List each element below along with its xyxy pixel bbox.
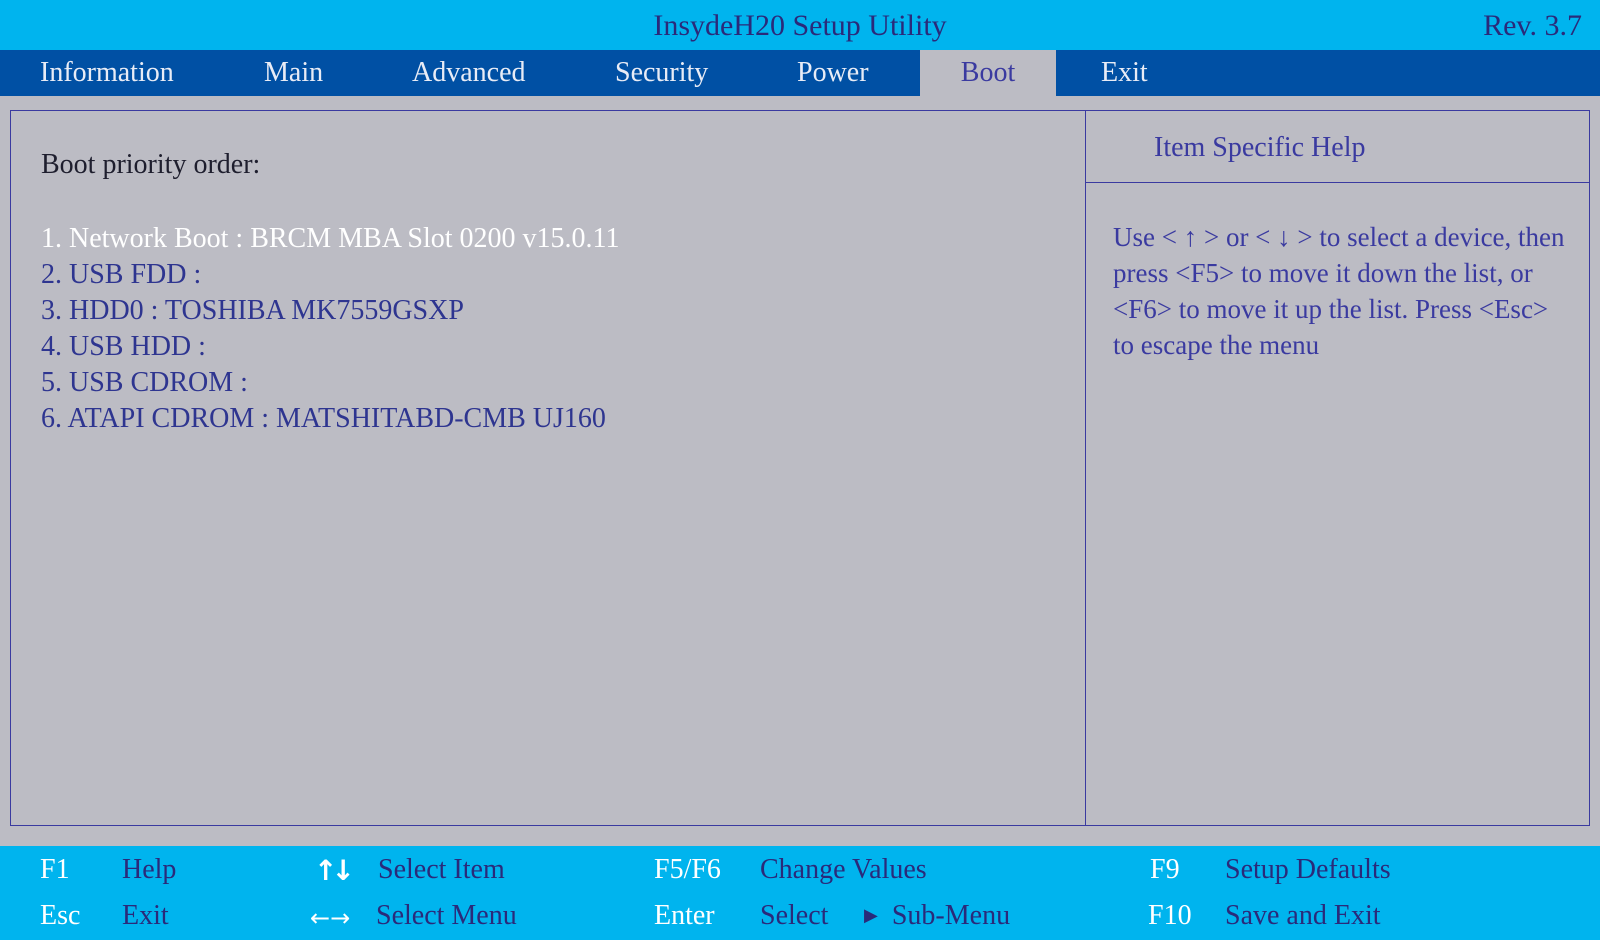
key-f1-label: Help [122,854,177,885]
setup-defaults-label: Setup Defaults [1225,854,1391,885]
up-down-arrows-icon: ↑↓ [314,854,355,887]
boot-item-network[interactable]: 1. Network Boot : BRCM MBA Slot 0200 v15… [41,221,619,257]
key-f9: F9 [1150,854,1180,885]
tab-boot[interactable]: Boot [920,50,1056,96]
key-esc-label: Exit [122,900,169,931]
select-menu-label: Select Menu [376,900,517,931]
boot-priority-heading: Boot priority order: [41,149,261,180]
select-item-label: Select Item [378,854,505,885]
boot-priority-list: 1. Network Boot : BRCM MBA Slot 0200 v15… [41,221,619,437]
footer-keys: F1 Help Esc Exit ↑↓ Select Item ←→ Selec… [0,846,1600,940]
menu-bar: Information Main Advanced Security Power… [0,50,1600,96]
tab-exit[interactable]: Exit [1101,50,1148,96]
tab-main[interactable]: Main [264,50,323,96]
submenu-group: ▶ Sub-Menu [864,900,1010,932]
tab-information[interactable]: Information [40,50,174,96]
help-panel: Item Specific Help Use < ↑ > or < ↓ > to… [1085,110,1590,826]
key-esc: Esc [40,900,81,931]
help-text: Use < ↑ > or < ↓ > to select a device, t… [1113,222,1565,360]
tab-power[interactable]: Power [797,50,869,96]
boot-item-usb-fdd[interactable]: 2. USB FDD : [41,257,619,293]
boot-item-usb-hdd[interactable]: 4. USB HDD : [41,329,619,365]
boot-item-atapi-cdrom[interactable]: 6. ATAPI CDROM : MATSHITABD-CMB UJ160 [41,401,619,437]
boot-item-usb-cdrom[interactable]: 5. USB CDROM : [41,365,619,401]
select-label: Select [760,900,829,931]
key-f5f6: F5/F6 [654,854,721,885]
submenu-label: Sub-Menu [891,900,1011,931]
revision-label: Rev. 3.7 [1483,9,1582,42]
left-right-arrows-icon: ←→ [310,904,351,932]
tab-security[interactable]: Security [615,50,708,96]
boot-panel: Boot priority order: 1. Network Boot : B… [10,110,1086,826]
key-f10: F10 [1148,900,1192,931]
key-f1: F1 [40,854,70,885]
key-enter: Enter [654,900,715,931]
title-bar: InsydeH20 Setup Utility Rev. 3.7 [0,0,1600,50]
boot-item-hdd0[interactable]: 3. HDD0 : TOSHIBA MK7559GSXP [41,293,619,329]
tab-advanced[interactable]: Advanced [412,50,526,96]
triangle-right-icon: ▶ [864,905,878,926]
bios-screen: InsydeH20 Setup Utility Rev. 3.7 Informa… [0,0,1600,940]
app-title: InsydeH20 Setup Utility [653,9,947,42]
change-values-label: Change Values [760,854,927,885]
help-title: Item Specific Help [1086,111,1589,183]
save-exit-label: Save and Exit [1225,900,1381,931]
